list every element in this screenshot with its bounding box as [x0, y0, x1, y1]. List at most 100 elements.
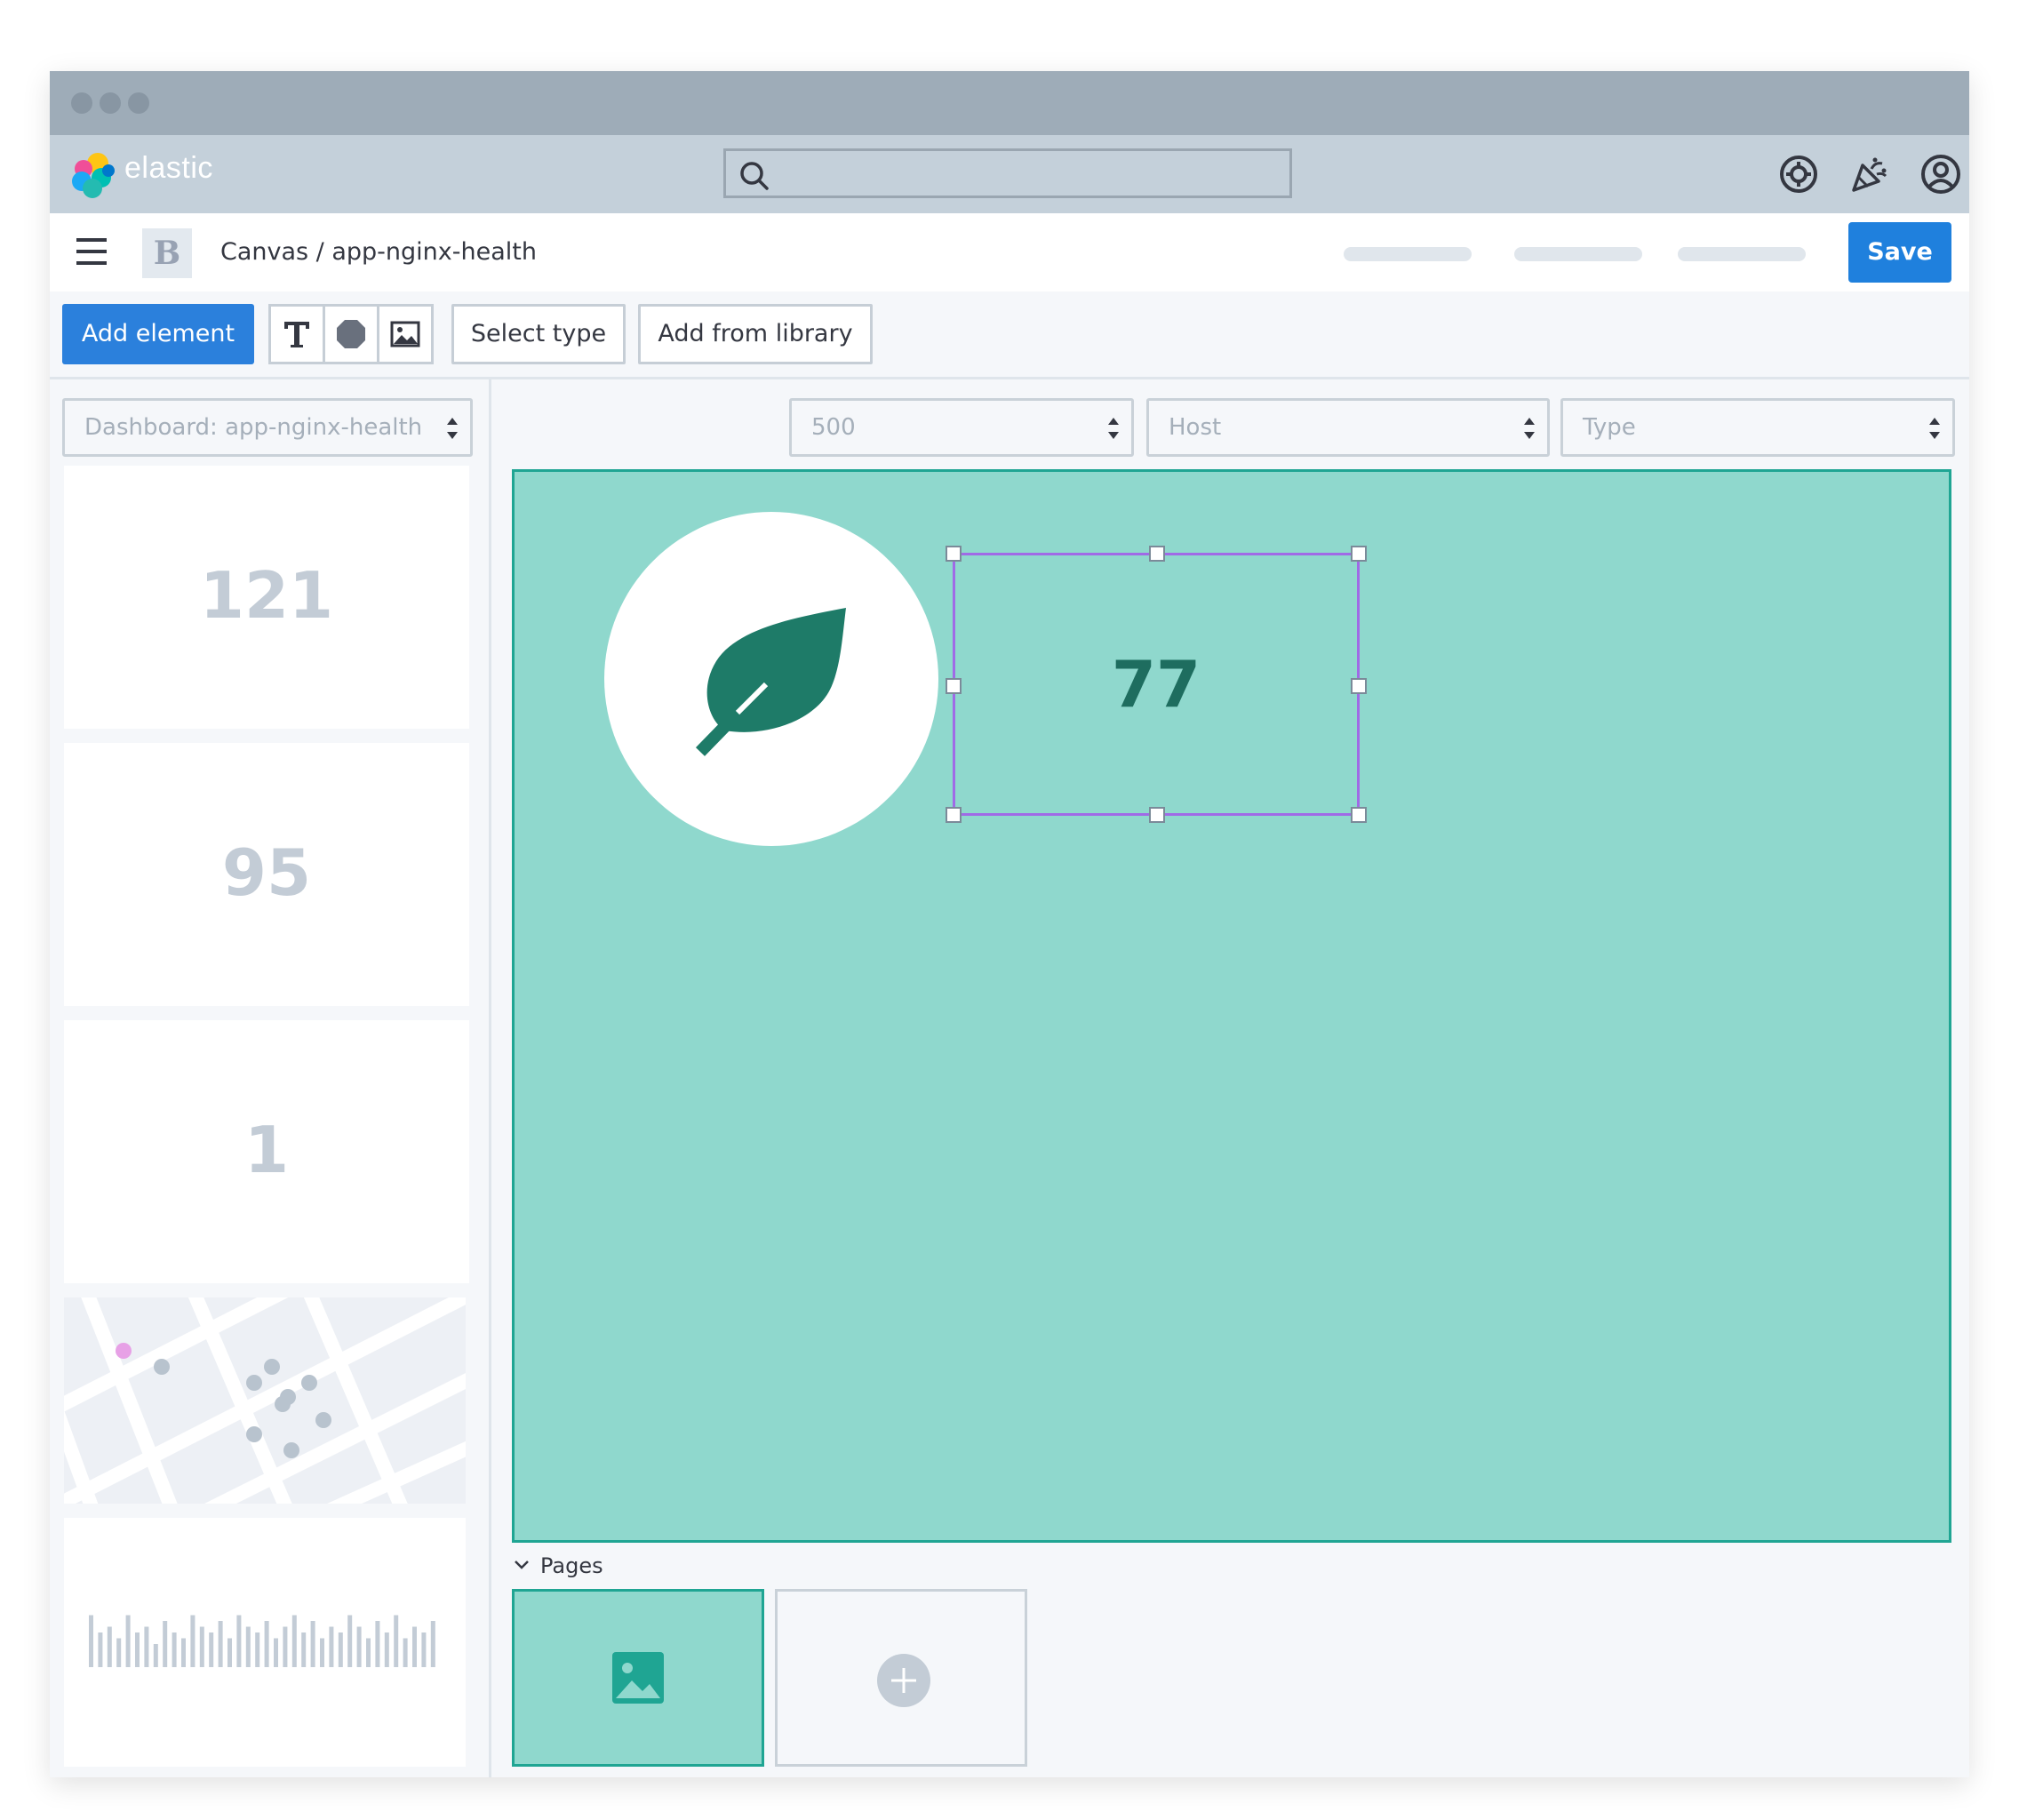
metric-value: 77 [1111, 647, 1201, 722]
bar [245, 1626, 251, 1667]
bar [255, 1632, 260, 1667]
resize-handle-top[interactable] [1149, 546, 1165, 562]
bar-chart [89, 1615, 435, 1667]
metric-card[interactable]: 121 [64, 466, 469, 729]
resize-handle-left[interactable] [946, 678, 962, 694]
bar [338, 1632, 343, 1667]
bar [135, 1632, 140, 1667]
elastic-wordmark: elastic [124, 151, 213, 185]
bar [274, 1638, 278, 1667]
bar [199, 1626, 204, 1667]
shape-tool-icon [337, 320, 365, 348]
bar [394, 1615, 399, 1667]
selected-metric-element[interactable]: 77 [946, 546, 1367, 823]
bar [181, 1638, 186, 1667]
map-visualization [64, 1297, 466, 1504]
host-select[interactable]: Host [1146, 398, 1550, 457]
window-titlebar [50, 71, 1969, 135]
help-icon[interactable] [1777, 153, 1820, 196]
add-page-button[interactable] [775, 1589, 1027, 1767]
limit-select[interactable]: 500 [789, 398, 1134, 457]
window-minimize-dot[interactable] [100, 92, 121, 114]
select-caret-icon [1524, 418, 1535, 439]
leaf-icon [695, 608, 846, 756]
bar [329, 1626, 334, 1667]
resize-handle-top-right[interactable] [1351, 546, 1367, 562]
window-maximize-dot[interactable] [128, 92, 149, 114]
text-tool-button[interactable] [268, 304, 325, 364]
global-search-input[interactable] [723, 148, 1292, 198]
bar [291, 1615, 297, 1667]
nav-link-placeholder[interactable] [1678, 247, 1806, 261]
resize-handle-bottom-right[interactable] [1351, 807, 1367, 823]
image-tool-button[interactable] [377, 304, 434, 364]
select-type-button[interactable]: Select type [451, 304, 626, 364]
bar [403, 1638, 408, 1667]
resize-handle-right[interactable] [1351, 678, 1367, 694]
metric-value: 121 [199, 558, 334, 633]
menu-icon[interactable] [76, 238, 107, 265]
map-point-highlighted[interactable] [116, 1343, 132, 1359]
image-placeholder-icon [612, 1652, 664, 1704]
nav-link-placeholder[interactable] [1344, 247, 1472, 261]
resize-handle-bottom[interactable] [1149, 807, 1165, 823]
bar [430, 1621, 435, 1667]
bar [218, 1621, 223, 1667]
bar-chart-card[interactable] [64, 1518, 466, 1767]
bar [366, 1638, 371, 1667]
type-select-value: Type [1583, 414, 1636, 441]
bar [412, 1626, 417, 1667]
dashboard-select[interactable]: Dashboard: app-nginx-health [62, 398, 473, 457]
bar [310, 1621, 315, 1667]
window-close-dot[interactable] [71, 92, 92, 114]
add-element-button[interactable]: Add element [62, 304, 254, 364]
select-caret-icon [1929, 418, 1940, 439]
app-bar: B Canvas / app-nginx-health Save [50, 213, 1969, 291]
map-card[interactable] [64, 1297, 466, 1504]
user-account-icon[interactable] [1919, 153, 1962, 196]
breadcrumb[interactable]: Canvas / app-nginx-health [220, 238, 537, 266]
bar [144, 1626, 149, 1667]
bar [153, 1644, 158, 1667]
news-feed-icon[interactable] [1848, 153, 1891, 196]
metric-value: 95 [221, 835, 312, 910]
bar [356, 1626, 362, 1667]
text-tool-icon [284, 322, 309, 347]
resize-handle-top-left[interactable] [946, 546, 962, 562]
metric-card[interactable]: 1 [64, 1020, 469, 1283]
bar [163, 1621, 168, 1667]
bar [172, 1632, 177, 1667]
resize-handle-bottom-left[interactable] [946, 807, 962, 823]
bar [320, 1638, 324, 1667]
metric-value: 1 [243, 1113, 290, 1187]
metric-card[interactable]: 95 [64, 743, 469, 1006]
global-header: elastic [50, 135, 1969, 213]
elastic-logo-icon[interactable] [69, 149, 119, 199]
host-select-value: Host [1169, 414, 1222, 441]
bar [283, 1626, 288, 1667]
toolbar-divider [50, 377, 1969, 379]
bar [384, 1632, 389, 1667]
bar [375, 1621, 380, 1667]
shape-tool-button[interactable] [323, 304, 379, 364]
image-tool-icon [390, 321, 420, 347]
page-thumbnail[interactable] [512, 1589, 764, 1767]
dashboard-select-value: Dashboard: app-nginx-health [84, 414, 423, 441]
add-from-library-button[interactable]: Add from library [638, 304, 873, 364]
bar [236, 1615, 242, 1667]
save-button[interactable]: Save [1848, 222, 1951, 283]
bar [190, 1615, 196, 1667]
bar [301, 1632, 307, 1667]
select-caret-icon [447, 418, 458, 439]
pages-toggle[interactable]: Pages [540, 1553, 603, 1578]
chevron-down-icon[interactable] [514, 1559, 530, 1571]
type-select[interactable]: Type [1560, 398, 1955, 457]
image-element[interactable] [604, 512, 938, 846]
space-avatar[interactable]: B [142, 228, 192, 278]
bar [107, 1626, 112, 1667]
sidebar-divider [489, 379, 491, 1777]
search-icon [740, 162, 769, 190]
bar [116, 1638, 122, 1667]
limit-select-value: 500 [811, 414, 856, 441]
nav-link-placeholder[interactable] [1514, 247, 1642, 261]
